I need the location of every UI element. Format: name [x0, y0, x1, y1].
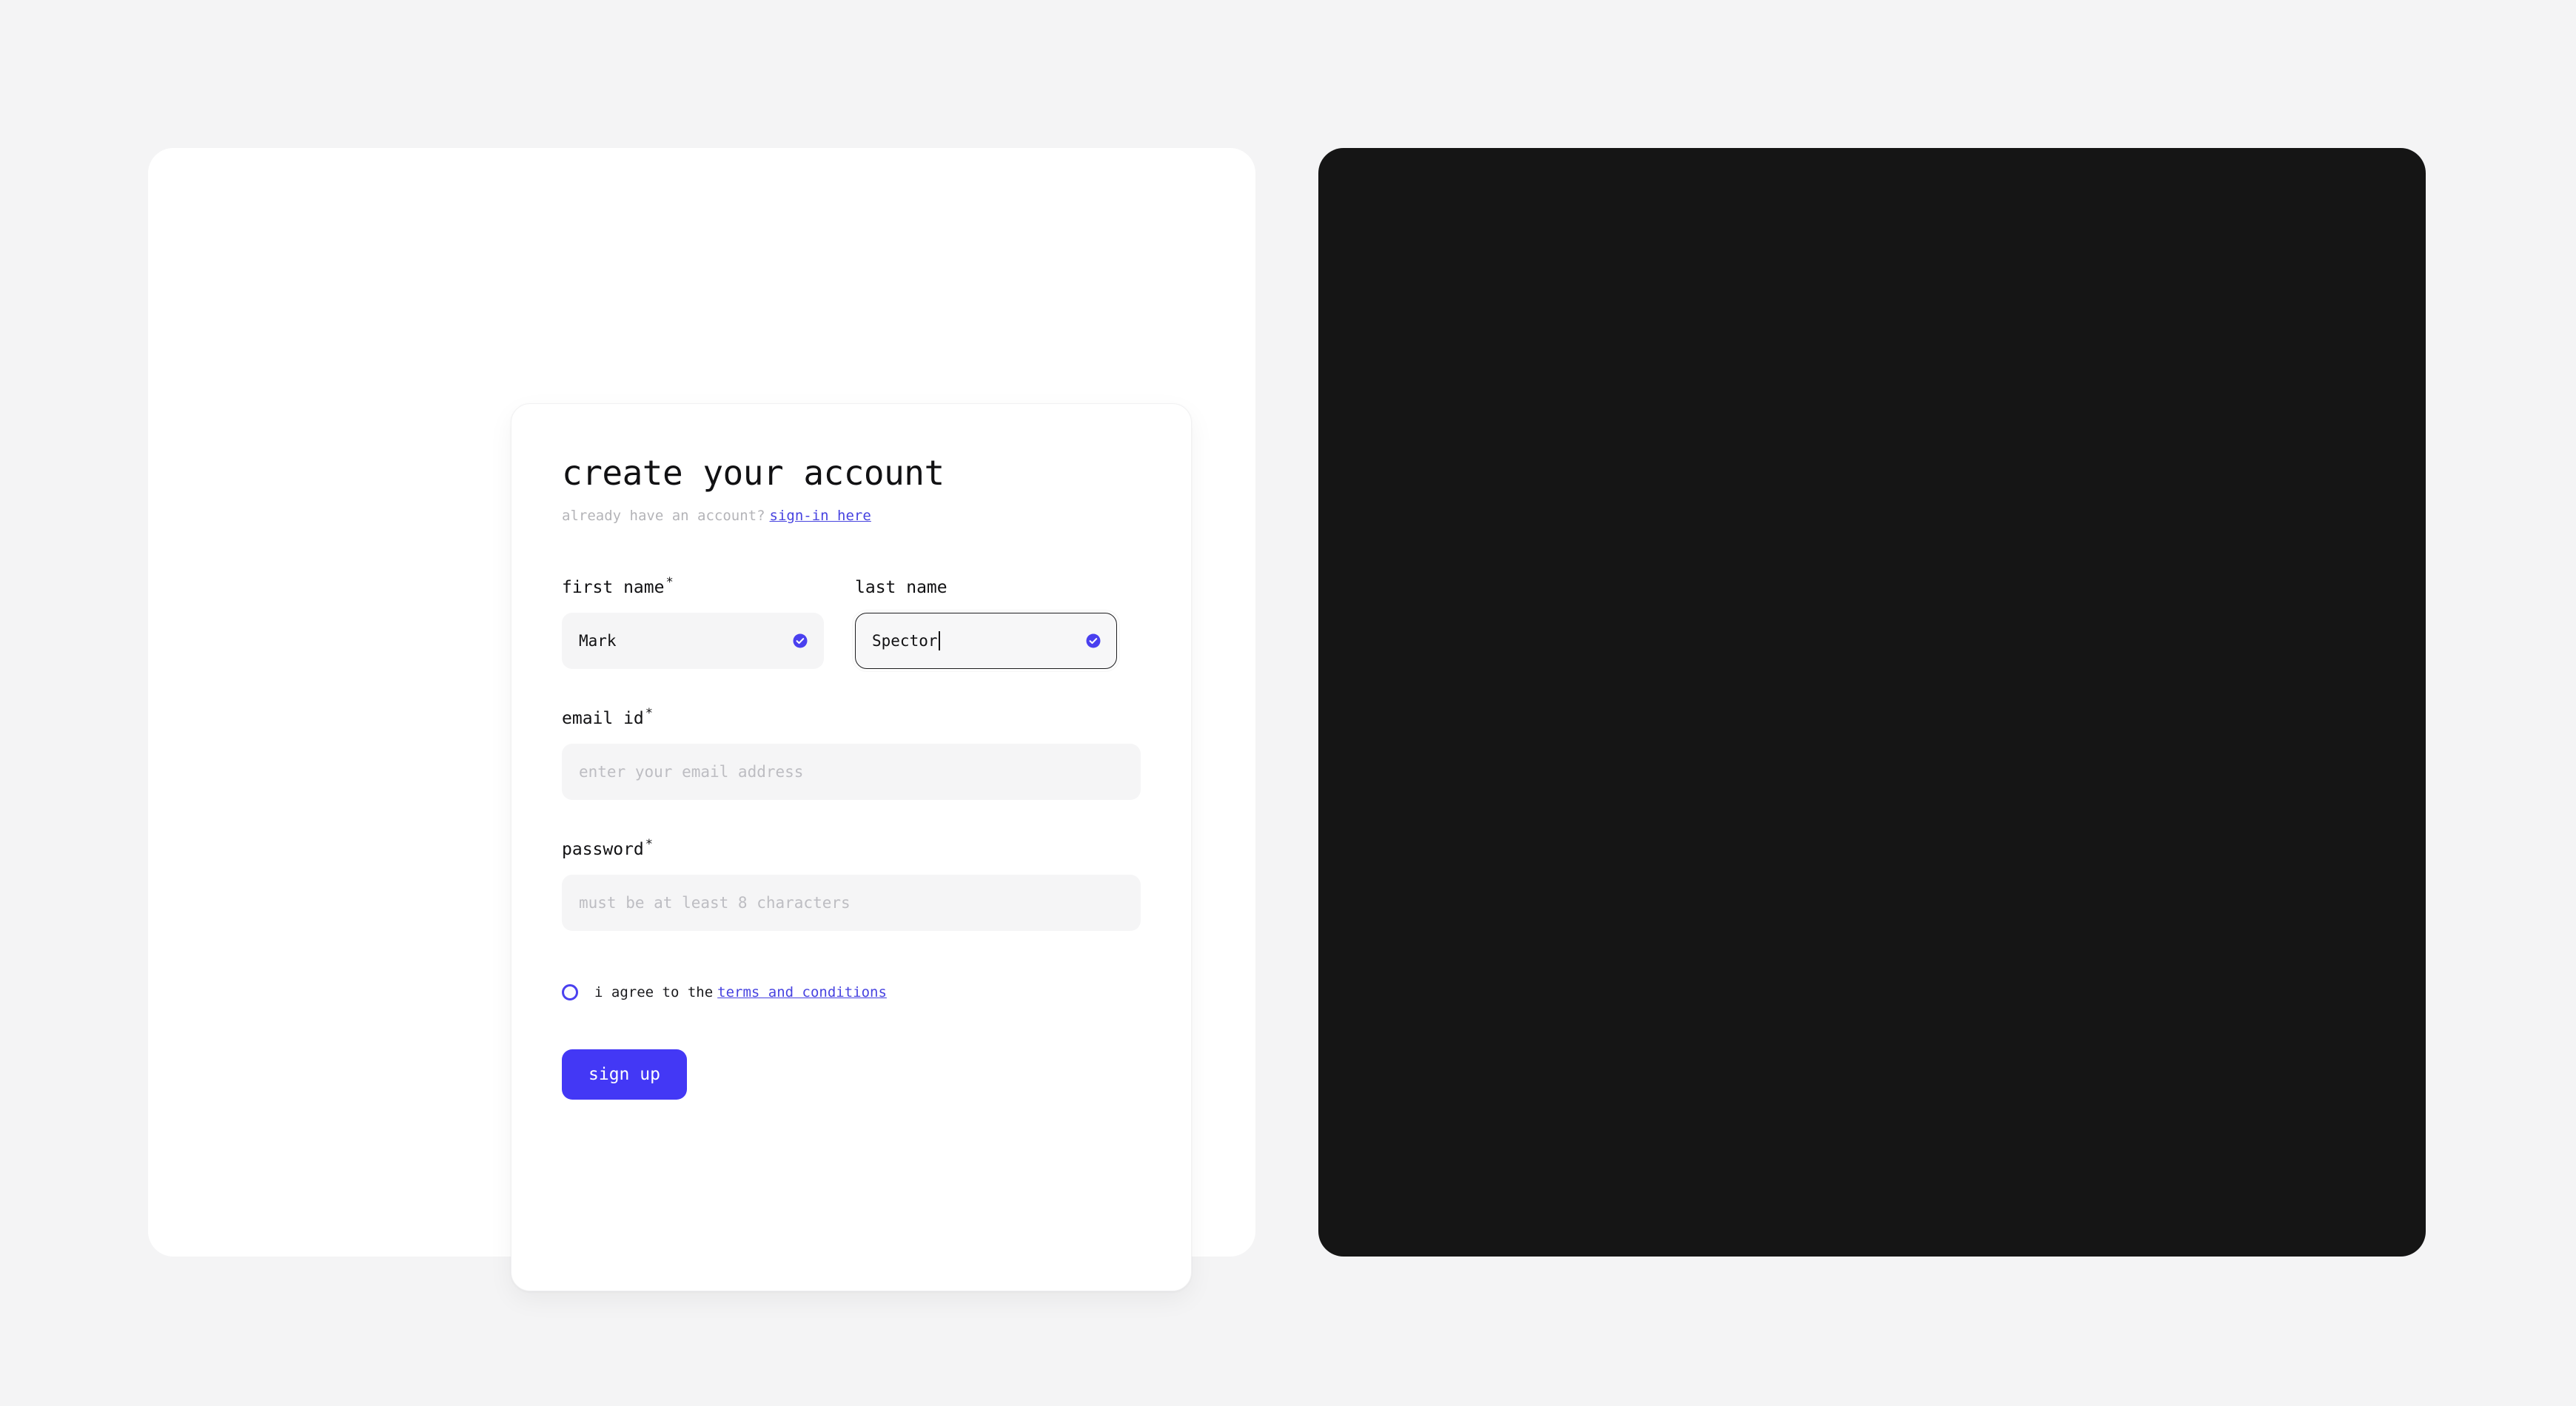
password-field-group: password * must be at least 8 characters [562, 838, 1141, 931]
last-name-input[interactable]: Spector [855, 613, 1117, 669]
first-name-label: first name * [562, 576, 824, 597]
light-theme-panel: create your account already have an acco… [148, 148, 1255, 1291]
terms-and-conditions-link[interactable]: terms and conditions [717, 984, 887, 1000]
agree-terms-text: i agree to the terms and conditions [594, 984, 887, 1000]
email-label-text: email id [562, 709, 644, 728]
page-title: create your account [562, 453, 945, 493]
dark-theme-panel: create your account already have an acco… [1318, 148, 2426, 1257]
valid-check-icon [1085, 633, 1101, 649]
first-name-field-group: first name * Mark [562, 576, 824, 669]
password-label-text: password [562, 840, 644, 859]
last-name-field-group: last name Spector [855, 579, 1117, 669]
text-cursor [938, 631, 940, 650]
email-input[interactable]: enter your email address [562, 744, 1141, 800]
last-name-value: Spector [872, 632, 938, 650]
first-name-input[interactable]: Mark [562, 613, 824, 669]
required-asterisk: * [665, 575, 674, 591]
first-name-label-text: first name [562, 578, 665, 597]
email-field-group: email id * enter your email address [562, 707, 1141, 800]
signin-prompt: already have an account? sign-in here [562, 509, 1141, 523]
signin-prompt-text: already have an account? [562, 508, 765, 524]
last-name-label: last name [855, 579, 1117, 596]
password-label: password * [562, 838, 1141, 859]
agree-terms-checkbox[interactable] [562, 984, 578, 1000]
terms-agreement-row: i agree to the terms and conditions [562, 984, 1141, 1000]
signup-card-light: create your account already have an acco… [511, 403, 1192, 1291]
email-placeholder: enter your email address [579, 763, 804, 781]
sign-up-button[interactable]: sign up [562, 1049, 687, 1100]
agree-terms-label: i agree to the [594, 984, 714, 1000]
email-label: email id * [562, 707, 1141, 728]
required-asterisk: * [645, 706, 654, 722]
password-input[interactable]: must be at least 8 characters [562, 875, 1141, 931]
sign-in-here-link[interactable]: sign-in here [770, 508, 871, 524]
required-asterisk: * [645, 837, 654, 852]
first-name-value: Mark [579, 632, 617, 650]
password-placeholder: must be at least 8 characters [579, 894, 851, 912]
valid-check-icon [792, 633, 808, 649]
signup-form-preview: create your account already have an acco… [0, 0, 2576, 1406]
last-name-label-text: last name [855, 578, 947, 597]
name-row-light: first name * Mark last name Spector [562, 576, 1141, 669]
